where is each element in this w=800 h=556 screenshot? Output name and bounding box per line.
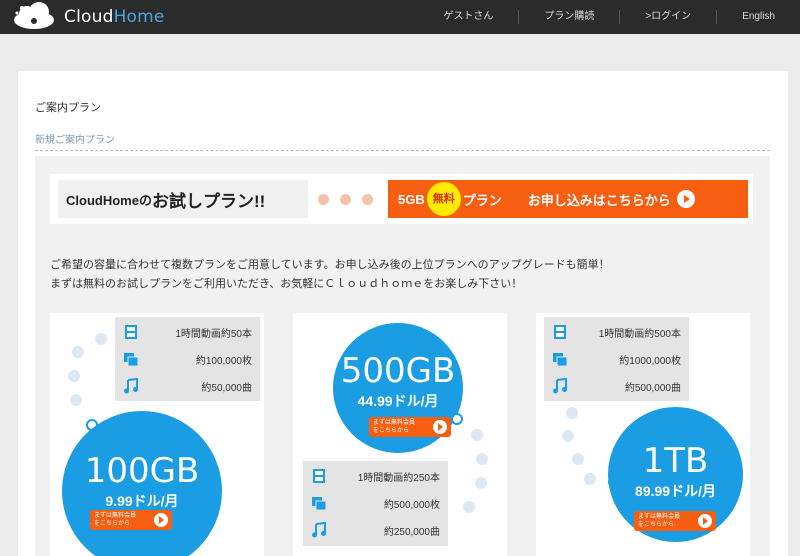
play-arrow-icon (698, 514, 712, 528)
plan-content: CloudHomeの お試しプラン!! 5GB 無料 プラン お申し込みはこちらか… (35, 156, 770, 556)
free-signup-button[interactable]: まずは無料会員 をこちらから (369, 417, 451, 437)
music-note-icon (124, 378, 138, 394)
main-panel: ご案内プラン 新規ご案内プラン CloudHomeの お試しプラン!! 5GB 無… (18, 71, 788, 556)
film-icon (313, 469, 325, 483)
page-title: ご案内プラン (35, 102, 101, 114)
top-nav-bar: CloudHome ゲストさん プラン購読 >ログイン English (0, 0, 800, 34)
logo[interactable]: CloudHome (10, 2, 165, 32)
free-signup-button[interactable]: まずは無料会員 をこちらから (634, 511, 716, 531)
plan-card-500gb: 500GB 44.99ドル/月 まずは無料会員 をこちらから 1時間動画約250本… (293, 313, 507, 556)
plan-description: ご希望の容量に合わせて複数プランをご用意しています。お申し込み後の上位プランへの… (50, 259, 610, 290)
nav-login[interactable]: >ログイン (619, 10, 716, 24)
nav-plan-subscribe[interactable]: プラン購読 (518, 10, 619, 24)
nav-guest[interactable]: ゲストさん (418, 10, 518, 24)
plan-price: 89.99ドル/月 (635, 483, 716, 499)
music-note-icon (553, 378, 567, 394)
photos-icon (553, 353, 568, 367)
plan-card-100gb: 1時間動画約50本 約100,000枚 約50,000曲 100GB 9.99ド… (50, 313, 264, 556)
plan-size: 500GB (340, 351, 456, 391)
free-signup-button[interactable]: まずは無料会員 をこちらから (90, 510, 172, 530)
trial-apply-button[interactable]: 5GB 無料 プラン お申し込みはこちらから (388, 180, 748, 218)
trial-banner: CloudHomeの お試しプラン!! 5GB 無料 プラン お申し込みはこちらか… (50, 174, 753, 224)
plan-features: 1時間動画約250本 約500,000枚 約250,000曲 (303, 461, 448, 546)
main-nav: ゲストさん プラン購読 >ログイン English (418, 0, 800, 34)
plan-price: 44.99ドル/月 (357, 393, 439, 409)
plan-price: 9.99ドル/月 (105, 493, 179, 509)
play-arrow-icon (676, 190, 695, 208)
play-arrow-icon (433, 420, 447, 434)
film-icon (125, 325, 137, 339)
plan-size: 100GB (84, 451, 200, 491)
plan-card-1tb: 1時間動画約500本 約1000,000枚 約500,000曲 1TB 89.9… (536, 313, 750, 556)
film-icon (554, 325, 566, 339)
plan-circle-100gb: 100GB 9.99ドル/月 (62, 411, 222, 556)
divider (35, 150, 770, 151)
nav-english[interactable]: English (716, 10, 800, 24)
plan-features: 1時間動画約500本 約1000,000枚 約500,000曲 (544, 317, 689, 401)
photos-icon (312, 497, 327, 511)
trial-banner-title: CloudHomeの お試しプラン!! (58, 180, 308, 218)
plan-features: 1時間動画約50本 約100,000枚 約50,000曲 (115, 317, 260, 401)
breadcrumb[interactable]: 新規ご案内プラン (35, 131, 115, 146)
logo-text: CloudHome (64, 7, 165, 27)
music-note-icon (312, 522, 326, 538)
cloud-logo-icon (14, 2, 54, 29)
free-badge: 無料 (426, 182, 461, 216)
photos-icon (124, 353, 139, 367)
plan-size: 1TB (642, 441, 709, 481)
play-arrow-icon (154, 513, 168, 527)
decorative-dots (318, 194, 373, 205)
